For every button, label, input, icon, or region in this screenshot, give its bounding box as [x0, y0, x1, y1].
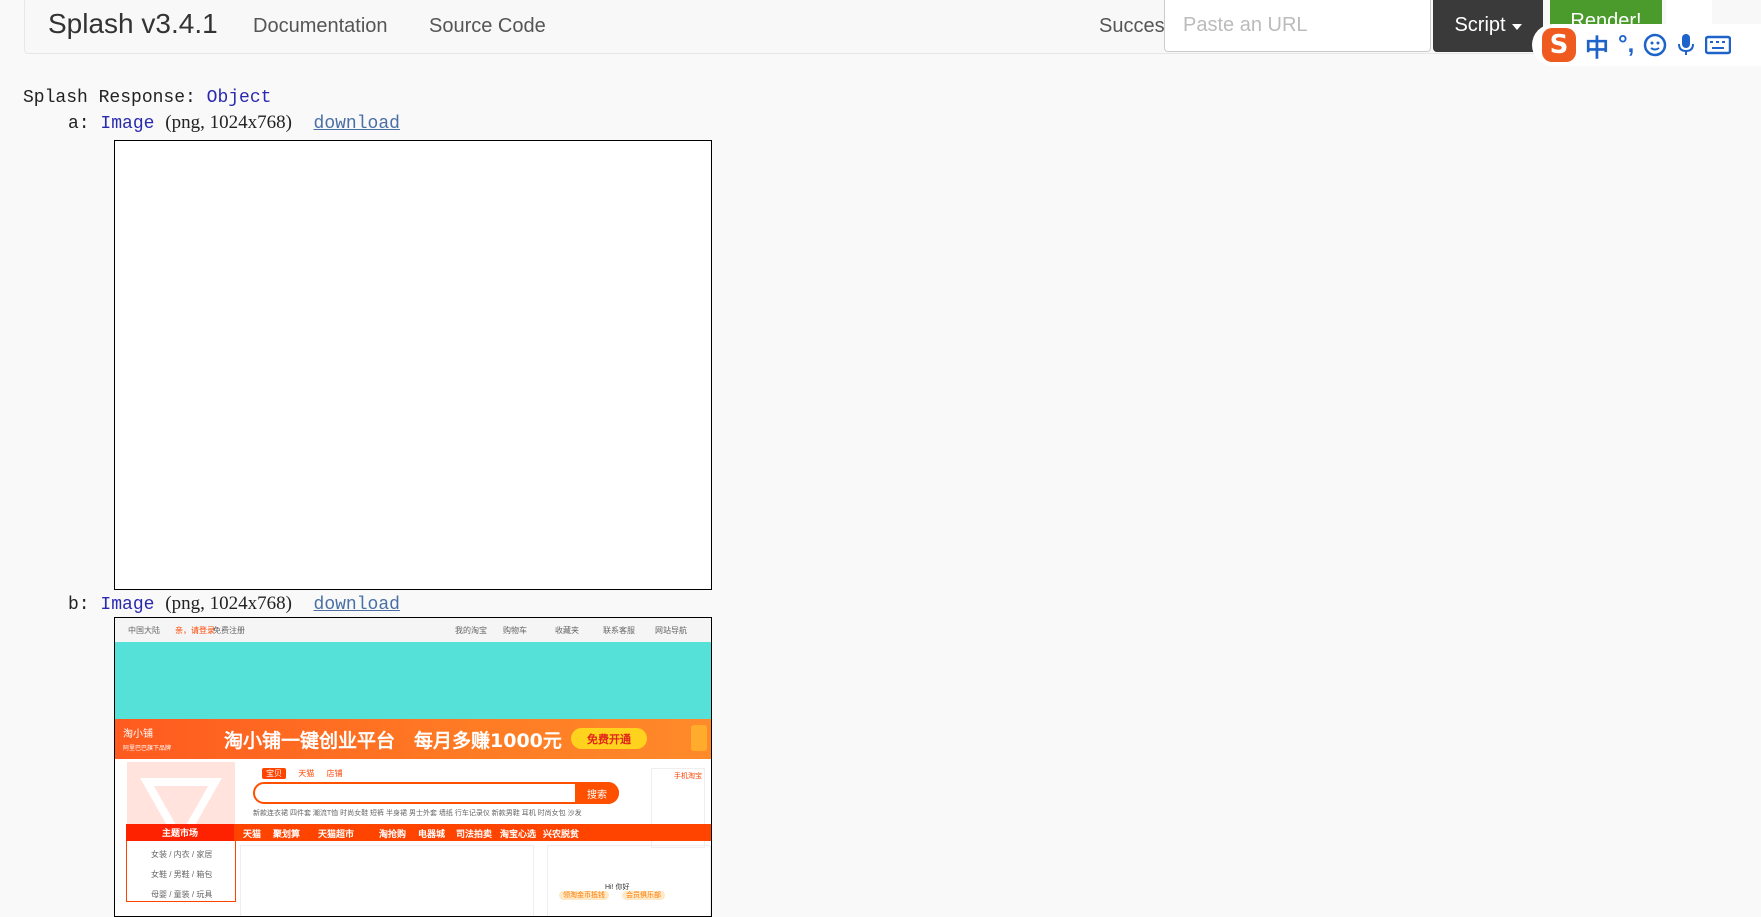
thumb-tab-items: 宝贝 — [262, 768, 286, 779]
brand-title[interactable]: Splash v3.4.1 — [48, 8, 218, 40]
thumb-promo-banner: 淘小铺 阿里巴巴旗下品牌 淘小铺一键创业平台 每月多赚1000元 免费开通 — [115, 719, 711, 759]
thumb-banner-deco — [691, 725, 707, 751]
item-type[interactable]: Image — [100, 114, 154, 134]
thumb-banner-button: 免费开通 — [571, 728, 647, 749]
thumb-hot-words: 新款连衣裙 四件套 潮流T恤 时尚女鞋 短裤 半身裙 男士外套 墙纸 行车记录仪… — [253, 810, 582, 817]
thumb-search-tabs: 宝贝 天猫 店铺 — [262, 768, 352, 779]
navbar-slot — [1666, 0, 1712, 26]
sogou-logo-icon[interactable]: S — [1542, 28, 1576, 62]
ime-toolbar: S 中 °, — [1532, 24, 1761, 66]
thumb-my-taobao: 我的淘宝 — [455, 626, 487, 635]
ime-punct-toggle[interactable]: °, — [1618, 31, 1634, 59]
thumb-banner-logo: 淘小铺 阿里巴巴旗下品牌 — [123, 725, 171, 752]
thumb-search-box: 搜索 — [253, 782, 619, 804]
thumb-cyan-banner — [115, 642, 711, 719]
image-preview-a[interactable] — [114, 140, 712, 590]
thumb-search-button: 搜索 — [575, 782, 619, 804]
response-item-a: a: Image (png, 1024x768) download — [68, 112, 400, 134]
response-heading: Splash Response: Object — [23, 88, 271, 108]
thumb-nav-item: 天猫超市 — [318, 829, 355, 839]
thumb-login: 亲，请登录 — [175, 626, 215, 635]
thumb-tab-shops: 店铺 — [326, 769, 343, 778]
microphone-icon[interactable] — [1676, 33, 1696, 57]
thumb-category: 女鞋 / 男鞋 / 箱包 — [151, 870, 213, 879]
emoji-icon[interactable] — [1643, 33, 1667, 57]
thumb-nav-item: 淘抢购 — [379, 829, 407, 839]
response-type[interactable]: Object — [207, 88, 272, 108]
thumb-register: 免费注册 — [213, 626, 245, 635]
thumb-pill: 领淘金币抵钱 — [559, 891, 609, 900]
thumb-carousel-panel — [240, 845, 534, 916]
thumb-user-panel — [547, 845, 711, 916]
download-link[interactable]: download — [314, 114, 400, 134]
item-meta: (png, 1024x768) — [165, 593, 292, 614]
thumb-category: 女装 / 内衣 / 家居 — [151, 850, 213, 859]
caret-down-icon — [1511, 24, 1522, 30]
thumb-nav-item: 淘宝心选 — [500, 829, 537, 839]
thumb-main-nav: 主题市场 天猫 聚划算 天猫超市 淘抢购 电器城 司法拍卖 淘宝心选 兴农脱贫 — [126, 824, 711, 841]
thumb-banner-logo-text: 淘小铺 — [123, 729, 153, 740]
thumb-nav-item: 兴农脱贫 — [543, 829, 580, 839]
thumb-nav-item: 天猫 — [243, 829, 262, 839]
thumb-nav-item: 电器城 — [418, 829, 446, 839]
item-meta: (png, 1024x768) — [165, 112, 292, 133]
thumb-banner-sub: 阿里巴巴旗下品牌 — [123, 746, 172, 752]
script-button-label: Script — [1454, 13, 1506, 36]
thumb-region: 中国大陆 — [128, 626, 160, 635]
thumb-cart: 购物车 — [503, 626, 527, 635]
thumb-nav-item: 司法拍卖 — [456, 829, 493, 839]
thumb-category-list: 女装 / 内衣 / 家居 女鞋 / 男鞋 / 箱包 母婴 / 童装 / 玩具 — [126, 841, 236, 902]
response-heading-label: Splash Response: — [23, 88, 196, 108]
thumb-sitemap: 网站导航 — [655, 626, 687, 635]
thumb-banner-title: 淘小铺一键创业平台 每月多赚1000元 — [224, 730, 562, 752]
thumb-nav-item: 聚划算 — [273, 829, 301, 839]
nav-link-source-code[interactable]: Source Code — [429, 15, 546, 38]
keyboard-icon[interactable] — [1705, 35, 1732, 55]
thumb-nav-theme: 主题市场 — [126, 824, 234, 841]
thumb-tab-tmall: 天猫 — [298, 769, 315, 778]
item-type[interactable]: Image — [100, 595, 154, 615]
download-link[interactable]: download — [314, 595, 400, 615]
ime-mode-toggle[interactable]: 中 — [1585, 28, 1609, 63]
image-preview-b[interactable]: 中国大陆 亲，请登录 免费注册 我的淘宝 购物车 收藏夹 联系客服 网站导航 淘… — [114, 617, 712, 917]
thumb-support: 联系客服 — [603, 626, 635, 635]
script-button[interactable]: Script — [1433, 0, 1543, 52]
thumb-category: 母婴 / 童装 / 玩具 — [151, 890, 213, 899]
thumb-pill: 会员俱乐部 — [622, 891, 665, 900]
item-key: b: — [68, 595, 90, 615]
item-key: a: — [68, 114, 90, 134]
url-input[interactable] — [1164, 0, 1431, 52]
response-item-b: b: Image (png, 1024x768) download — [68, 593, 400, 615]
nav-link-documentation[interactable]: Documentation — [253, 15, 388, 38]
thumb-topbar: 中国大陆 亲，请登录 免费注册 我的淘宝 购物车 收藏夹 联系客服 网站导航 — [115, 618, 711, 642]
thumb-favorites: 收藏夹 — [555, 626, 579, 635]
